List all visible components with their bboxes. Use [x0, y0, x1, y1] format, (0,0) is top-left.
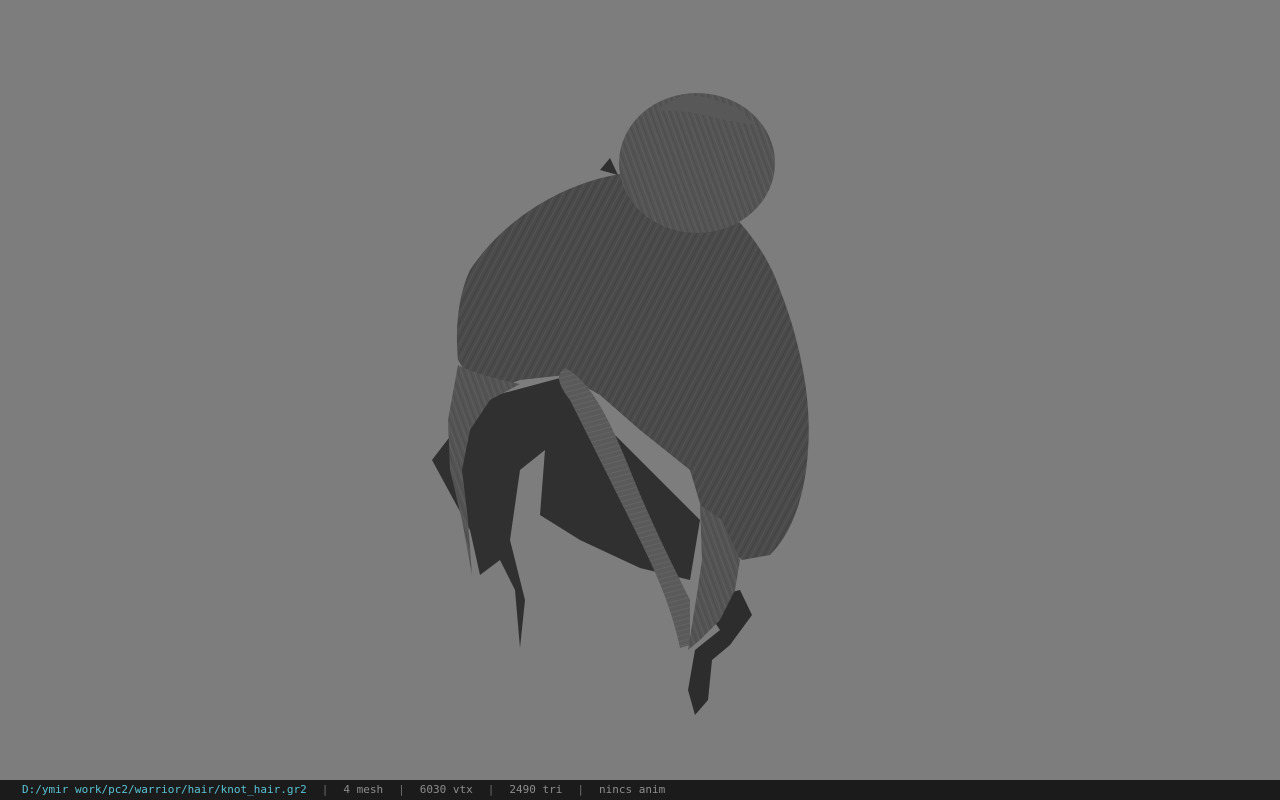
- hair-bun: [619, 93, 775, 233]
- animation-info: nincs anim: [599, 783, 666, 796]
- vertex-count: 6030 vtx: [419, 783, 473, 796]
- 3d-viewport[interactable]: [0, 0, 1280, 780]
- separator: |: [577, 783, 584, 796]
- separator: |: [321, 783, 329, 796]
- separator: |: [487, 783, 495, 796]
- triangle-count: 2490 tri: [509, 783, 563, 796]
- status-bar: D:/ymir work/pc2/warrior/hair/knot_hair.…: [0, 780, 1280, 800]
- hair-model: [432, 93, 809, 715]
- hair-tie-tip: [600, 158, 618, 175]
- file-path: D:/ymir work/pc2/warrior/hair/knot_hair.…: [22, 783, 307, 796]
- separator: |: [398, 783, 405, 796]
- mesh-count: 4 mesh: [343, 783, 384, 796]
